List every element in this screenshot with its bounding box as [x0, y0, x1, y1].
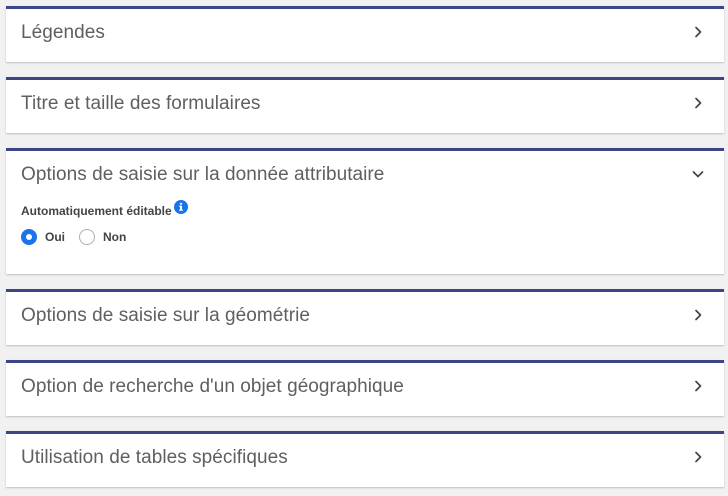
- panel-legendes: Légendes: [6, 6, 724, 62]
- panel-tables-specifiques-header[interactable]: Utilisation de tables spécifiques: [6, 434, 724, 482]
- panel-title: Utilisation de tables spécifiques: [21, 447, 288, 468]
- chevron-right-icon[interactable]: [691, 96, 705, 110]
- chevron-right-icon[interactable]: [691, 450, 705, 464]
- panel-title: Légendes: [21, 22, 105, 43]
- panel-saisie-geometrie-header[interactable]: Options de saisie sur la géométrie: [6, 292, 724, 340]
- panel-title: Titre et taille des formulaires: [21, 93, 261, 114]
- info-icon[interactable]: [174, 200, 188, 214]
- panel-recherche-objet: Option de recherche d'un objet géographi…: [6, 360, 724, 416]
- panel-body: Automatiquement éditable Oui Non: [21, 200, 709, 247]
- panel-tables-specifiques: Utilisation de tables spécifiques: [6, 431, 724, 487]
- panel-title: Options de saisie sur la géométrie: [21, 305, 310, 326]
- panel-saisie-attributaire: Options de saisie sur la donnée attribut…: [6, 148, 724, 274]
- chevron-right-icon[interactable]: [691, 25, 705, 39]
- settings-accordion: Légendes Titre et taille des formulaires…: [0, 0, 728, 496]
- field-label: Automatiquement éditable: [21, 204, 172, 218]
- chevron-down-icon[interactable]: [691, 167, 705, 181]
- field-automatiquement-editable: Automatiquement éditable: [21, 200, 709, 219]
- chevron-right-icon[interactable]: [691, 308, 705, 322]
- panel-legendes-header[interactable]: Légendes: [6, 9, 724, 57]
- panel-titre-taille-header[interactable]: Titre et taille des formulaires: [6, 80, 724, 128]
- panel-titre-taille: Titre et taille des formulaires: [6, 77, 724, 133]
- radio-unchecked-icon[interactable]: [79, 229, 95, 245]
- radio-label: Oui: [45, 230, 65, 244]
- panel-recherche-objet-header[interactable]: Option de recherche d'un objet géographi…: [6, 363, 724, 411]
- panel-saisie-geometrie: Options de saisie sur la géométrie: [6, 289, 724, 345]
- panel-title: Options de saisie sur la donnée attribut…: [21, 164, 385, 185]
- chevron-right-icon[interactable]: [691, 379, 705, 393]
- panel-title: Option de recherche d'un objet géographi…: [21, 376, 404, 397]
- panel-saisie-attributaire-header[interactable]: Options de saisie sur la donnée attribut…: [6, 151, 724, 199]
- radio-label: Non: [103, 230, 127, 244]
- radio-checked-icon[interactable]: [21, 229, 37, 245]
- radio-group-editable: Oui Non: [21, 229, 709, 247]
